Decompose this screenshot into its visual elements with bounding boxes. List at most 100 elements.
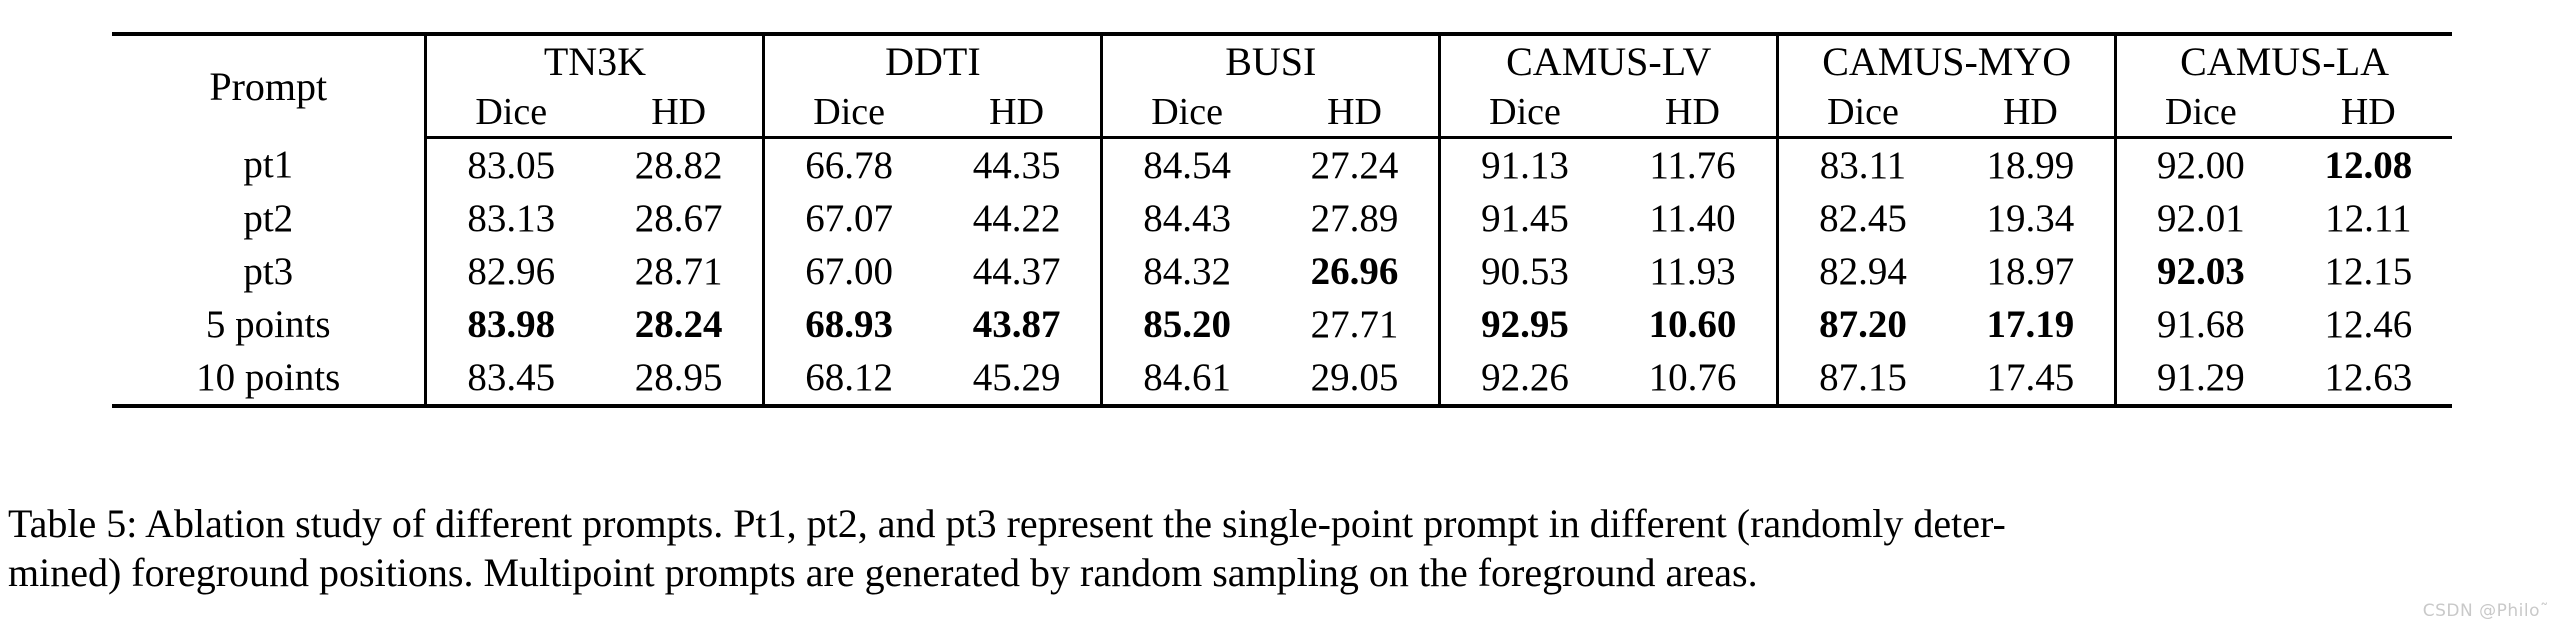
- table-body: pt1 83.05 28.82 66.78 44.35 84.54 27.24 91.13 11…: [112, 137, 2452, 408]
- table-cell-value: 83.05: [424, 137, 595, 192]
- caption-line-2: mined) foreground positions. Multipoint …: [8, 549, 1758, 595]
- table-cell-value: 44.22: [972, 197, 1061, 240]
- table-cell-value: 92.00: [2114, 137, 2285, 192]
- table-cell-value: 29.05: [1270, 351, 1440, 408]
- table-cell-value: 10.60: [1648, 303, 1737, 346]
- header-dataset-camus-lv: CAMUS-LV: [1438, 32, 1778, 88]
- table-cell-value: 91.68: [2114, 298, 2285, 351]
- table-cell-value: 82.45: [1776, 192, 1947, 245]
- header-prompt: Prompt: [112, 32, 426, 138]
- ablation-results-table: Prompt TN3K DDTI BUSI CAMUS-LV CAMUS-MYO…: [112, 32, 2452, 408]
- table-cell-value: 43.87: [972, 303, 1061, 346]
- table-cell-value: 67.07: [762, 192, 933, 245]
- header-metric-ddti-hd: HD: [932, 88, 1102, 139]
- table-caption: Table 5: Ablation study of different pro…: [8, 500, 2548, 598]
- table-cell-value: 84.43: [1100, 192, 1271, 245]
- row-label: pt2: [243, 197, 294, 240]
- table-cell-value: 28.71: [634, 250, 723, 293]
- table-header-metric-row: Dice HD Dice HD Dice HD Dice HD Dice HD …: [112, 88, 2452, 139]
- table-cell-value: 82.94: [1776, 245, 1947, 298]
- header-metric-ddti-dice: Dice: [762, 88, 933, 139]
- table-cell-value: 91.13: [1438, 137, 1609, 192]
- row-label: 10 points: [112, 351, 426, 408]
- header-metric-camus-lv-dice: Dice: [1438, 88, 1609, 139]
- header-metric-camus-myo-hd: HD: [1946, 88, 2116, 139]
- row-label: pt3: [243, 250, 294, 293]
- table-cell-value: 83.45: [424, 351, 595, 408]
- table-row: pt1 83.05 28.82 66.78 44.35 84.54 27.24 91.13 11…: [112, 137, 2452, 192]
- header-metric-tn3k-hd: HD: [594, 88, 764, 139]
- header-dataset-camus-myo: CAMUS-MYO: [1776, 32, 2116, 88]
- table-row: 10 points 83.45 28.95 68.12 45.29 84.61 29.05 9…: [112, 351, 2452, 408]
- results-table-container: Prompt TN3K DDTI BUSI CAMUS-LV CAMUS-MYO…: [112, 32, 2452, 408]
- table-cell-value: 83.11: [1776, 137, 1947, 192]
- table-cell-value: 67.00: [762, 245, 933, 298]
- table-cell-value: 26.96: [1310, 250, 1399, 293]
- watermark-text: CSDN @Philo˜: [2422, 601, 2549, 621]
- table-cell-value: 27.89: [1310, 197, 1399, 240]
- table-cell-value: 92.26: [1438, 351, 1609, 408]
- table-cell-value: 84.32: [1100, 245, 1271, 298]
- table-cell-value: 84.54: [1100, 137, 1271, 192]
- header-dataset-ddti: DDTI: [762, 32, 1102, 88]
- table-cell-value: 92.01: [2114, 192, 2285, 245]
- table-cell-value: 68.93: [762, 298, 933, 351]
- caption-line-1: Table 5: Ablation study of different pro…: [8, 501, 2006, 546]
- table-cell-value: 12.11: [2325, 197, 2412, 240]
- table-cell-value: 28.82: [634, 144, 723, 187]
- header-dataset-tn3k: TN3K: [424, 32, 764, 88]
- table-cell-value: 11.93: [1649, 250, 1736, 293]
- table-cell-value: 91.45: [1438, 192, 1609, 245]
- table-cell-value: 45.29: [932, 351, 1102, 408]
- table-cell-value: 92.03: [2114, 245, 2285, 298]
- table-cell-value: 44.35: [972, 144, 1061, 187]
- table-cell-value: 19.34: [1986, 197, 2075, 240]
- table-cell-value: 10.76: [1608, 351, 1778, 408]
- table-cell-value: 18.97: [1986, 250, 2075, 293]
- table-cell-value: 27.24: [1310, 144, 1399, 187]
- header-metric-camus-la-hd: HD: [2284, 88, 2452, 139]
- table-row: pt3 82.96 28.71 67.00 44.37 84.32 26.96 90.53 11…: [112, 245, 2452, 298]
- table-cell-value: 68.12: [762, 351, 933, 408]
- header-metric-tn3k-dice: Dice: [424, 88, 595, 139]
- header-metric-busi-hd: HD: [1270, 88, 1440, 139]
- table-cell-value: 83.98: [424, 298, 595, 351]
- table-cell-value: 87.20: [1776, 298, 1947, 351]
- table-cell-value: 17.19: [1986, 303, 2075, 346]
- table-cell-value: 87.15: [1776, 351, 1947, 408]
- header-metric-camus-la-dice: Dice: [2114, 88, 2285, 139]
- table-cell-value: 27.71: [1310, 303, 1399, 346]
- header-metric-camus-lv-hd: HD: [1608, 88, 1778, 139]
- table-cell-value: 12.08: [2324, 144, 2413, 187]
- header-dataset-busi: BUSI: [1100, 32, 1440, 88]
- table-cell-value: 11.76: [1649, 144, 1736, 187]
- table-cell-value: 11.40: [1649, 197, 1736, 240]
- header-metric-busi-dice: Dice: [1100, 88, 1271, 139]
- table-cell-value: 85.20: [1100, 298, 1271, 351]
- table-cell-value: 28.95: [594, 351, 764, 408]
- table-cell-value: 66.78: [762, 137, 933, 192]
- table-header-group-row: Prompt TN3K DDTI BUSI CAMUS-LV CAMUS-MYO…: [112, 32, 2452, 138]
- page-root: Prompt TN3K DDTI BUSI CAMUS-LV CAMUS-MYO…: [0, 0, 2561, 629]
- table-cell-value: 12.63: [2284, 351, 2452, 408]
- table-cell-value: 84.61: [1100, 351, 1271, 408]
- table-row: 5 points 83.98 28.24 68.93 43.87 85.20 27.71 92…: [112, 298, 2452, 351]
- table-cell-value: 28.24: [634, 303, 723, 346]
- table-cell-value: 12.15: [2324, 250, 2413, 293]
- table-row: pt2 83.13 28.67 67.07 44.22 84.43 27.89 91.45 11…: [112, 192, 2452, 245]
- header-metric-camus-myo-dice: Dice: [1776, 88, 1947, 139]
- table-cell-value: 12.46: [2324, 303, 2413, 346]
- header-dataset-camus-la: CAMUS-LA: [2114, 32, 2452, 88]
- table-cell-value: 17.45: [1946, 351, 2116, 408]
- table-header: Prompt TN3K DDTI BUSI CAMUS-LV CAMUS-MYO…: [112, 32, 2452, 139]
- table-cell-value: 28.67: [634, 197, 723, 240]
- table-cell-value: 90.53: [1438, 245, 1609, 298]
- table-cell-value: 91.29: [2114, 351, 2285, 408]
- row-label: pt1: [243, 143, 294, 187]
- table-cell-value: 82.96: [424, 245, 595, 298]
- table-cell-value: 83.13: [424, 192, 595, 245]
- table-cell-value: 44.37: [972, 250, 1061, 293]
- row-label: 5 points: [205, 303, 331, 346]
- table-cell-value: 92.95: [1438, 298, 1609, 351]
- table-cell-value: 18.99: [1986, 144, 2075, 187]
